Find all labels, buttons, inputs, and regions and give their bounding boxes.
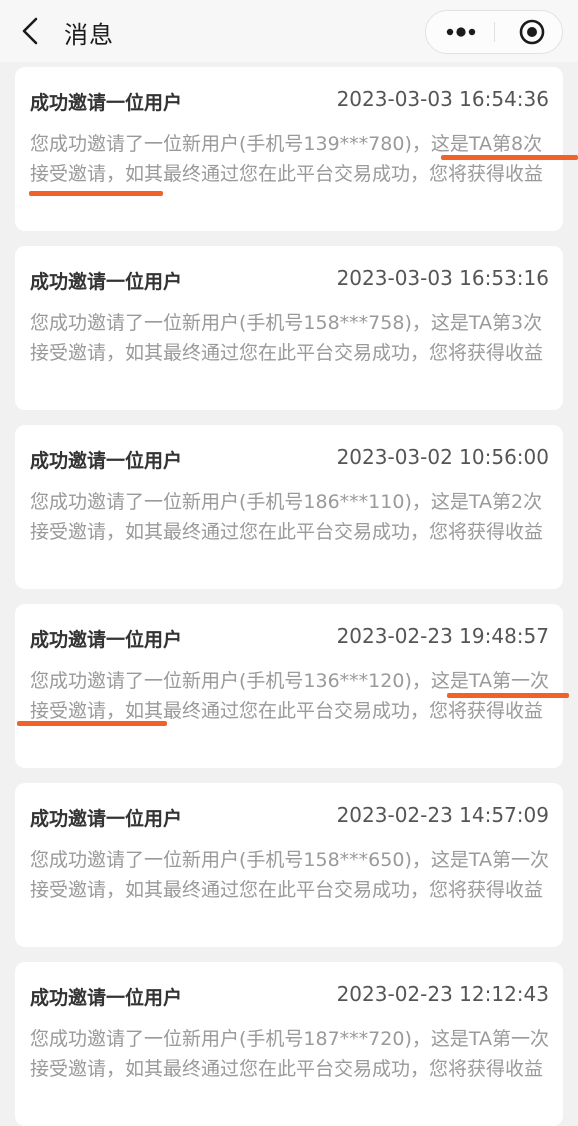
message-title: 成功邀请一位用户 — [30, 629, 183, 651]
message-time: 2023-02-23 12:12:43 — [336, 982, 549, 1006]
back-button[interactable] — [14, 12, 50, 50]
highlight-underline — [17, 721, 167, 726]
chevron-left-icon — [22, 17, 38, 45]
message-body: 您成功邀请了一位新用户(手机号187***720)，这是TA第一次接受邀请，如其… — [30, 1028, 549, 1080]
close-button[interactable] — [495, 11, 563, 53]
message-title: 成功邀请一位用户 — [30, 450, 183, 472]
mini-program-capsule — [425, 10, 563, 54]
message-time: 2023-03-02 10:56:00 — [336, 445, 549, 469]
more-dots-icon — [446, 27, 476, 37]
message-body: 您成功邀请了一位新用户(手机号158***758)，这是TA第3次接受邀请，如其… — [30, 312, 544, 364]
highlight-underline — [441, 155, 578, 160]
message-time: 2023-03-03 16:54:36 — [336, 87, 549, 111]
message-card[interactable]: 成功邀请一位用户 2023-03-03 16:54:36 您成功邀请了一位新用户… — [15, 67, 578, 231]
page-title: 消息 — [64, 21, 114, 49]
message-card[interactable]: 成功邀请一位用户 2023-02-23 12:12:43 您成功邀请了一位新用户… — [15, 962, 563, 1126]
message-body: 您成功邀请了一位新用户(手机号186***110)，这是TA第2次接受邀请，如其… — [30, 491, 544, 543]
message-card[interactable]: 成功邀请一位用户 2023-03-03 16:53:16 您成功邀请了一位新用户… — [15, 246, 563, 410]
message-card[interactable]: 成功邀请一位用户 2023-03-02 10:56:00 您成功邀请了一位新用户… — [15, 425, 563, 589]
message-title: 成功邀请一位用户 — [30, 271, 183, 293]
highlight-underline — [29, 191, 163, 196]
message-body: 您成功邀请了一位新用户(手机号158***650)，这是TA第一次接受邀请，如其… — [30, 849, 549, 901]
nav-bar: 消息 — [0, 0, 578, 62]
highlight-underline — [447, 693, 569, 698]
message-title: 成功邀请一位用户 — [30, 92, 183, 114]
message-time: 2023-02-23 14:57:09 — [336, 803, 549, 827]
message-title: 成功邀请一位用户 — [30, 808, 183, 830]
message-time: 2023-02-23 19:48:57 — [336, 624, 549, 648]
message-title: 成功邀请一位用户 — [30, 987, 183, 1009]
message-card[interactable]: 成功邀请一位用户 2023-02-23 19:48:57 您成功邀请了一位新用户… — [15, 604, 569, 768]
target-close-icon — [519, 19, 545, 45]
message-time: 2023-03-03 16:53:16 — [336, 266, 549, 290]
more-button[interactable] — [426, 11, 494, 53]
message-card[interactable]: 成功邀请一位用户 2023-02-23 14:57:09 您成功邀请了一位新用户… — [15, 783, 563, 947]
